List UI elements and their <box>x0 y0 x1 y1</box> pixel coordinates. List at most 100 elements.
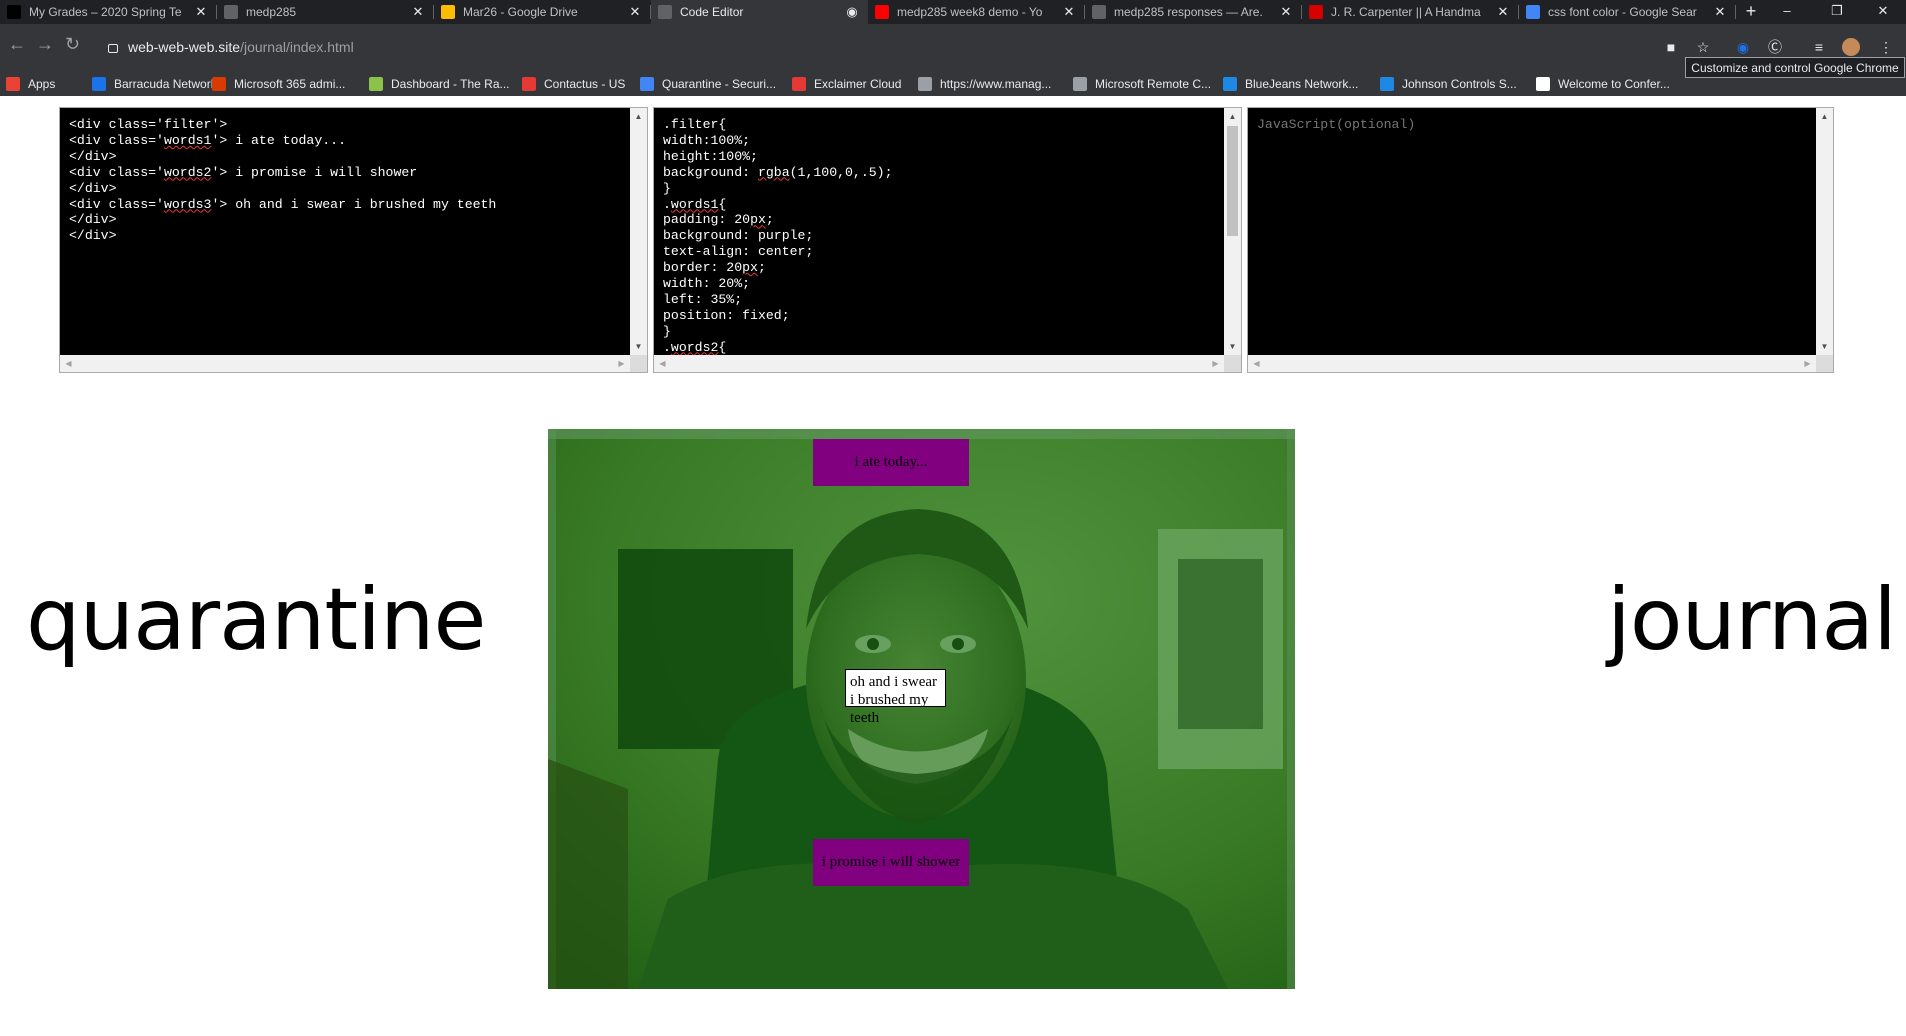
green-filter-overlay <box>548 429 1295 989</box>
bookmark-label: Contactus - US <box>544 77 626 91</box>
tab-5[interactable]: medp285 week8 demo - Yo ✕ <box>868 0 1085 24</box>
recording-dot-icon[interactable]: ◉ <box>845 4 859 20</box>
bitwarden-icon[interactable]: Ⓒ <box>1764 36 1786 58</box>
scroll-right-icon[interactable]: ▶ <box>1207 355 1224 372</box>
html-editor-vscroll[interactable]: ▲ ▼ <box>630 108 647 355</box>
bookmark-10[interactable]: BlueJeans Network... <box>1223 72 1358 96</box>
resize-handle[interactable] <box>630 355 647 372</box>
drive-icon <box>441 5 455 19</box>
tooltip: Customize and control Google Chrome <box>1685 57 1905 78</box>
restore-button[interactable]: ❐ <box>1814 0 1860 24</box>
bookmark-label: Quarantine - Securi... <box>662 77 777 91</box>
bookmark-5[interactable]: Contactus - US <box>522 72 625 96</box>
lock-icon <box>108 44 118 53</box>
tab-title: medp285 week8 demo - Yo <box>897 5 1043 19</box>
tab-title: My Grades – 2020 Spring Te <box>29 5 182 19</box>
scroll-thumb[interactable] <box>1227 126 1238 236</box>
l-icon <box>522 77 536 91</box>
js-editor-vscroll[interactable]: ▲ ▼ <box>1816 108 1833 355</box>
scroll-down-icon[interactable]: ▼ <box>1816 338 1833 355</box>
tab-7[interactable]: J. R. Carpenter || A Handma ✕ <box>1302 0 1519 24</box>
bookmark-11[interactable]: Johnson Controls S... <box>1380 72 1517 96</box>
tab-title: css font color - Google Sear <box>1548 5 1697 19</box>
scroll-right-icon[interactable]: ▶ <box>613 355 630 372</box>
tab-title: Code Editor <box>680 5 744 19</box>
address-bar[interactable]: web-web-web.site/journal/index.html <box>96 33 1656 61</box>
scroll-up-icon[interactable]: ▲ <box>630 108 647 125</box>
page-icon <box>1536 77 1550 91</box>
media-playlist-icon[interactable]: ≡ <box>1808 36 1830 58</box>
scroll-left-icon[interactable]: ◀ <box>654 355 671 372</box>
css-editor-hscroll[interactable]: ◀ ▶ <box>654 355 1224 372</box>
bookmark-label: https://www.manag... <box>940 77 1052 91</box>
exclaimer-icon <box>792 77 806 91</box>
back-icon[interactable]: ← <box>8 34 26 55</box>
close-window-button[interactable]: ✕ <box>1860 0 1906 24</box>
close-tab-icon[interactable]: ✕ <box>411 4 425 20</box>
close-tab-icon[interactable]: ✕ <box>628 4 642 20</box>
bookmark-label: Barracuda Networks <box>114 77 223 91</box>
scroll-right-icon[interactable]: ▶ <box>1799 355 1816 372</box>
bookmark-8[interactable]: https://www.manag... <box>918 72 1051 96</box>
tab-title: J. R. Carpenter || A Handma <box>1331 5 1481 19</box>
close-tab-icon[interactable]: ✕ <box>1713 4 1727 20</box>
tab-4[interactable]: Code Editor ◉ <box>651 0 868 24</box>
tab-6[interactable]: medp285 responses — Are. ✕ <box>1085 0 1302 24</box>
menu-icon[interactable]: ⋮ <box>1875 36 1897 58</box>
bookmark-2[interactable]: Barracuda Networks <box>92 72 223 96</box>
camera-icon[interactable]: ■ <box>1660 36 1682 58</box>
bookmark-7[interactable]: Exclaimer Cloud <box>792 72 901 96</box>
close-tab-icon[interactable]: ✕ <box>1496 4 1510 20</box>
url-host: web-web-web.site <box>128 39 241 55</box>
resize-handle[interactable] <box>1816 355 1833 372</box>
shield-icon <box>640 77 654 91</box>
css-code[interactable]: .filter{ width:100%; height:100%; backgr… <box>654 108 1241 365</box>
tab-8[interactable]: css font color - Google Sear ✕ <box>1519 0 1736 24</box>
bookmark-9[interactable]: Microsoft Remote C... <box>1073 72 1211 96</box>
bookmark-1[interactable]: Apps <box>6 72 55 96</box>
js-placeholder[interactable]: JavaScript(optional) <box>1248 108 1833 142</box>
forward-icon[interactable]: → <box>36 34 54 55</box>
js-editor-hscroll[interactable]: ◀ ▶ <box>1248 355 1816 372</box>
apps-grid-icon <box>6 77 20 91</box>
globe-icon <box>1073 77 1087 91</box>
reload-icon[interactable]: ↻ <box>65 34 80 55</box>
new-tab-button[interactable]: + <box>1736 0 1766 24</box>
minimize-button[interactable]: – <box>1764 0 1810 24</box>
bookmark-star-icon[interactable]: ☆ <box>1692 36 1714 58</box>
scroll-left-icon[interactable]: ◀ <box>1248 355 1265 372</box>
bookmark-6[interactable]: Quarantine - Securi... <box>640 72 776 96</box>
html-code[interactable]: <div class='filter'> <div class='words1'… <box>60 108 647 253</box>
close-tab-icon[interactable]: ✕ <box>1279 4 1293 20</box>
scroll-up-icon[interactable]: ▲ <box>1816 108 1833 125</box>
bookmark-label: Microsoft 365 admi... <box>234 77 346 91</box>
tab-2[interactable]: medp285 ✕ <box>217 0 434 24</box>
html-editor[interactable]: <div class='filter'> <div class='words1'… <box>59 107 648 373</box>
css-editor[interactable]: .filter{ width:100%; height:100%; backgr… <box>653 107 1242 373</box>
close-tab-icon[interactable]: ✕ <box>194 4 208 20</box>
scroll-down-icon[interactable]: ▼ <box>630 338 647 355</box>
tab-title: medp285 <box>246 5 297 19</box>
js-editor[interactable]: JavaScript(optional) ▲ ▼ ◀ ▶ <box>1247 107 1834 373</box>
tab-title: Mar26 - Google Drive <box>463 5 578 19</box>
close-tab-icon[interactable]: ✕ <box>1062 4 1076 20</box>
css-editor-vscroll[interactable]: ▲ ▼ <box>1224 108 1241 355</box>
bookmark-label: Apps <box>28 77 56 91</box>
globe-icon <box>224 5 238 19</box>
globe-icon <box>658 5 672 19</box>
bookmark-12[interactable]: Welcome to Confer... <box>1536 72 1670 96</box>
tab-1[interactable]: My Grades – 2020 Spring Te ✕ <box>0 0 217 24</box>
scroll-down-icon[interactable]: ▼ <box>1224 338 1241 355</box>
bookmark-3[interactable]: Microsoft 365 admi... <box>212 72 345 96</box>
bookmark-4[interactable]: Dashboard - The Ra... <box>369 72 510 96</box>
scroll-left-icon[interactable]: ◀ <box>60 355 77 372</box>
barracuda-icon <box>92 77 106 91</box>
bookmark-label: Welcome to Confer... <box>1558 77 1670 91</box>
avatar[interactable] <box>1840 36 1862 58</box>
resize-handle[interactable] <box>1224 355 1241 372</box>
html-editor-hscroll[interactable]: ◀ ▶ <box>60 355 630 372</box>
extension-icon[interactable]: ◉ <box>1732 36 1754 58</box>
scroll-up-icon[interactable]: ▲ <box>1224 108 1241 125</box>
tab-3[interactable]: Mar26 - Google Drive ✕ <box>434 0 651 24</box>
words2-box: i promise i will shower <box>813 839 969 886</box>
